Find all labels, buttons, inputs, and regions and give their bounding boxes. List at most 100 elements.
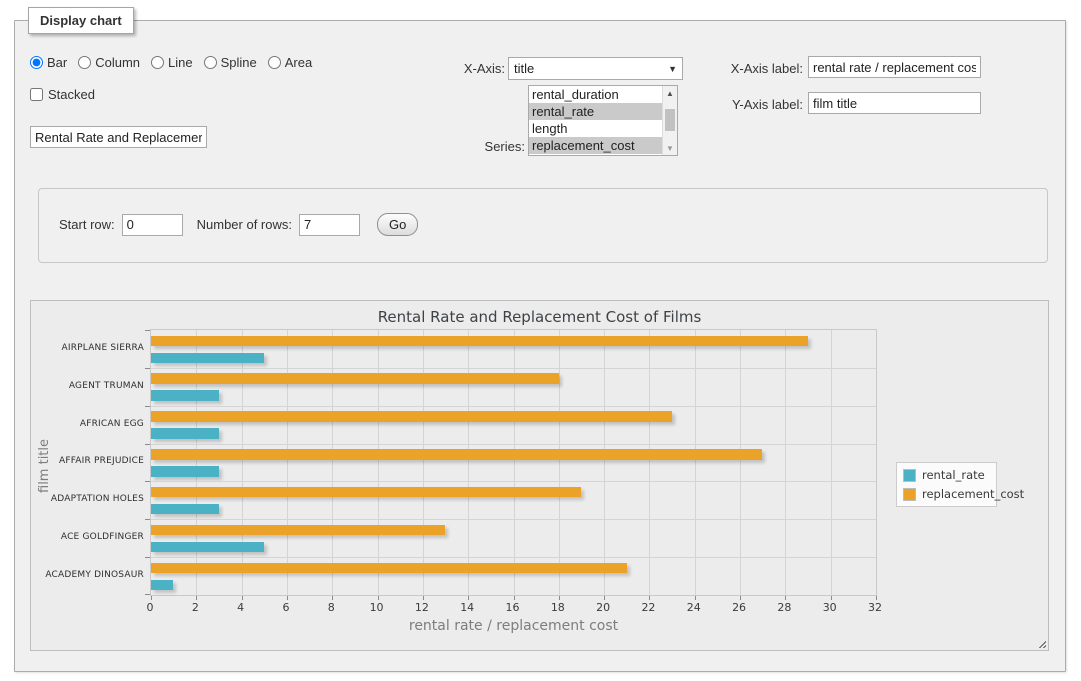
legend-item-replacement_cost: replacement_cost bbox=[903, 487, 990, 501]
radio-area[interactable] bbox=[268, 56, 281, 69]
x-tickmark-12 bbox=[423, 596, 424, 600]
panel-title: Display chart bbox=[28, 7, 134, 34]
bar-rental_rate-4 bbox=[151, 504, 219, 515]
x-tickmark-0 bbox=[151, 596, 152, 600]
x-tick-label-18: 18 bbox=[543, 601, 573, 614]
category-label-3: AFFAIR PREJUDICE bbox=[31, 443, 144, 481]
num-rows-input[interactable] bbox=[299, 214, 360, 236]
category-label-0: AIRPLANE SIERRA bbox=[31, 329, 144, 367]
x-axis-select-label: X-Axis: bbox=[440, 61, 505, 76]
series-scrollbar[interactable]: ▲ ▼ bbox=[662, 86, 677, 155]
chart-container: Rental Rate and Replacement Cost of Film… bbox=[30, 300, 1049, 651]
y-tickmark-2 bbox=[145, 406, 150, 407]
radio-line[interactable] bbox=[151, 56, 164, 69]
gridline-x-28 bbox=[785, 330, 786, 595]
stacked-checkbox-row[interactable]: Stacked bbox=[30, 87, 95, 102]
x-tick-label-26: 26 bbox=[724, 601, 754, 614]
category-label-2: AFRICAN EGG bbox=[31, 405, 144, 443]
chart-title: Rental Rate and Replacement Cost of Film… bbox=[31, 308, 1048, 326]
radio-option-line[interactable]: Line bbox=[151, 55, 193, 70]
y-category-labels: AIRPLANE SIERRAAGENT TRUMANAFRICAN EGGAF… bbox=[31, 329, 144, 596]
gridline-x-10 bbox=[378, 330, 379, 595]
x-tickmark-16 bbox=[514, 596, 515, 600]
rows-panel: Start row: Number of rows: Go bbox=[38, 188, 1048, 263]
bar-replacement_cost-1 bbox=[151, 373, 559, 384]
series-select-label: Series: bbox=[450, 139, 525, 154]
category-label-1: AGENT TRUMAN bbox=[31, 367, 144, 405]
x-tickmark-18 bbox=[559, 596, 560, 600]
bar-replacement_cost-2 bbox=[151, 411, 672, 422]
series-option-rental_rate[interactable]: rental_rate bbox=[529, 103, 662, 120]
x-tick-label-14: 14 bbox=[452, 601, 482, 614]
x-axis-label-input[interactable] bbox=[808, 56, 981, 78]
chart-type-group: Bar Column Line Spline Area bbox=[30, 55, 312, 70]
x-tick-label-0: 0 bbox=[135, 601, 165, 614]
legend-swatch-replacement_cost bbox=[903, 488, 916, 501]
radio-bar[interactable] bbox=[30, 56, 43, 69]
legend-label-replacement_cost: replacement_cost bbox=[922, 487, 1024, 501]
x-axis-select[interactable]: title ▼ bbox=[508, 57, 683, 80]
gridline-x-2 bbox=[196, 330, 197, 595]
bar-replacement_cost-0 bbox=[151, 336, 808, 347]
y-tickmark-6 bbox=[145, 557, 150, 558]
radio-column[interactable] bbox=[78, 56, 91, 69]
x-tick-label-6: 6 bbox=[271, 601, 301, 614]
band-line-3 bbox=[151, 444, 876, 445]
y-tickmark-0 bbox=[145, 330, 150, 331]
gridline-x-8 bbox=[332, 330, 333, 595]
x-tick-label-28: 28 bbox=[769, 601, 799, 614]
x-axis-selected-value: title bbox=[514, 61, 668, 76]
chart-title-input[interactable] bbox=[30, 126, 207, 148]
y-axis-label-input[interactable] bbox=[808, 92, 981, 114]
x-tick-label-4: 4 bbox=[226, 601, 256, 614]
x-tick-label-24: 24 bbox=[679, 601, 709, 614]
scroll-down-icon[interactable]: ▼ bbox=[663, 141, 677, 155]
bar-replacement_cost-3 bbox=[151, 449, 762, 460]
bar-replacement_cost-5 bbox=[151, 525, 445, 536]
x-tickmark-4 bbox=[242, 596, 243, 600]
gridline-x-18 bbox=[559, 330, 560, 595]
bar-rental_rate-5 bbox=[151, 542, 264, 553]
resize-handle-icon[interactable] bbox=[1036, 638, 1046, 648]
radio-option-spline[interactable]: Spline bbox=[204, 55, 257, 70]
gridline-x-26 bbox=[740, 330, 741, 595]
start-row-input[interactable] bbox=[122, 214, 183, 236]
scroll-up-icon[interactable]: ▲ bbox=[663, 86, 677, 100]
legend-item-rental_rate: rental_rate bbox=[903, 468, 990, 482]
x-tickmark-6 bbox=[287, 596, 288, 600]
series-option-length[interactable]: length bbox=[529, 120, 662, 137]
go-button[interactable]: Go bbox=[377, 213, 418, 236]
y-tickmark-5 bbox=[145, 519, 150, 520]
x-tickmark-14 bbox=[468, 596, 469, 600]
x-tick-label-10: 10 bbox=[362, 601, 392, 614]
bar-rental_rate-3 bbox=[151, 466, 219, 477]
x-tick-label-8: 8 bbox=[316, 601, 346, 614]
gridline-x-14 bbox=[468, 330, 469, 595]
radio-option-column[interactable]: Column bbox=[78, 55, 140, 70]
band-line-2 bbox=[151, 406, 876, 407]
x-tickmark-28 bbox=[785, 596, 786, 600]
series-option-rental_duration[interactable]: rental_duration bbox=[529, 86, 662, 103]
stacked-checkbox[interactable] bbox=[30, 88, 43, 101]
radio-label-column: Column bbox=[95, 55, 140, 70]
radio-label-bar: Bar bbox=[47, 55, 67, 70]
chart-legend: rental_rate replacement_cost bbox=[896, 462, 997, 507]
radio-label-line: Line bbox=[168, 55, 193, 70]
radio-spline[interactable] bbox=[204, 56, 217, 69]
x-tickmark-10 bbox=[378, 596, 379, 600]
y-tickmark-3 bbox=[145, 444, 150, 445]
radio-option-bar[interactable]: Bar bbox=[30, 55, 67, 70]
x-tickmark-32 bbox=[876, 596, 877, 600]
x-tick-label-12: 12 bbox=[407, 601, 437, 614]
x-axis-title: rental rate / replacement cost bbox=[150, 618, 877, 634]
gridline-x-16 bbox=[514, 330, 515, 595]
x-tick-label-32: 32 bbox=[860, 601, 890, 614]
radio-option-area[interactable]: Area bbox=[268, 55, 312, 70]
gridline-x-6 bbox=[287, 330, 288, 595]
scrollbar-thumb[interactable] bbox=[665, 109, 675, 131]
gridline-x-22 bbox=[649, 330, 650, 595]
x-tickmark-2 bbox=[196, 596, 197, 600]
series-option-replacement_cost[interactable]: replacement_cost bbox=[529, 137, 662, 154]
series-listbox[interactable]: rental_durationrental_ratelengthreplacem… bbox=[528, 85, 678, 156]
band-line-5 bbox=[151, 519, 876, 520]
